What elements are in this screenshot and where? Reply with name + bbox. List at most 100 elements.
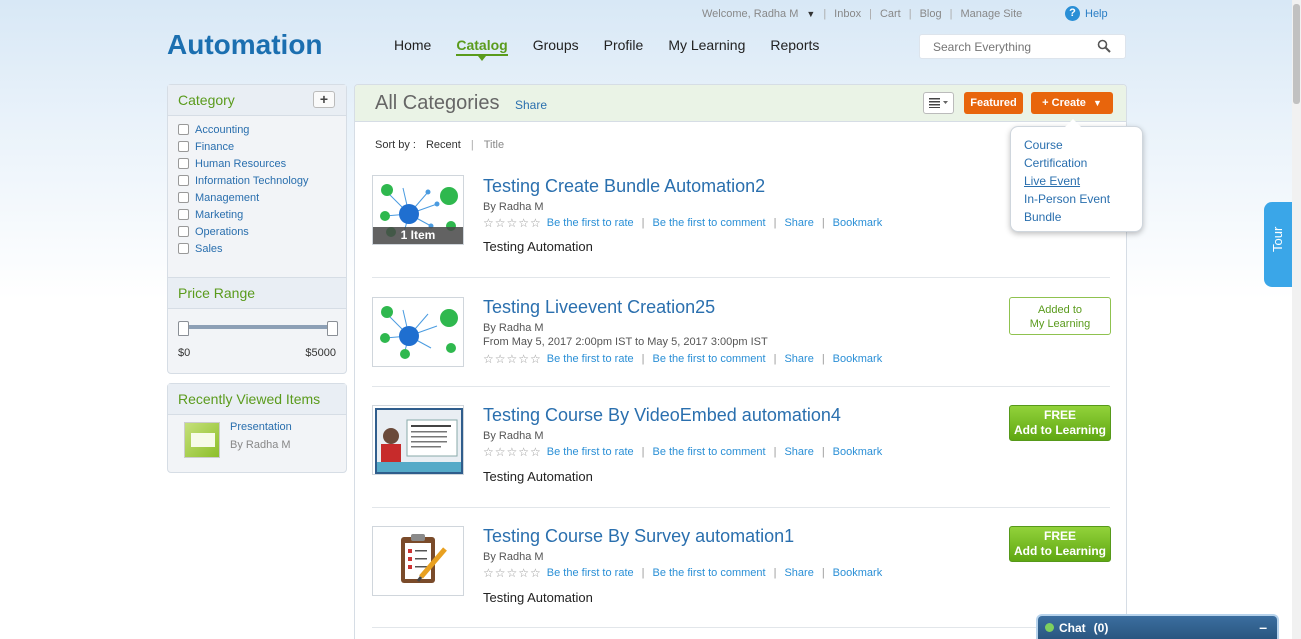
share-link[interactable]: Share (784, 446, 813, 458)
category-item[interactable]: Marketing (178, 206, 336, 223)
item-thumbnail[interactable] (372, 526, 464, 596)
rate-link[interactable]: Be the first to rate (547, 446, 634, 458)
share-link[interactable]: Share (784, 217, 813, 229)
category-item[interactable]: Finance (178, 138, 336, 155)
comment-link[interactable]: Be the first to comment (652, 353, 765, 365)
nav-home[interactable]: Home (394, 37, 431, 56)
manage-site-link[interactable]: Manage Site (960, 8, 1022, 20)
category-label[interactable]: Sales (195, 243, 223, 255)
bookmark-link[interactable]: Bookmark (833, 353, 883, 365)
item-title[interactable]: Testing Course By VideoEmbed automation4 (483, 405, 841, 426)
add-to-learning-button[interactable]: FREE Add to Learning (1009, 526, 1111, 562)
scrollbar-thumb[interactable] (1293, 4, 1300, 104)
item-thumbnail[interactable] (372, 405, 464, 475)
star-rating-icon[interactable]: ☆☆☆☆☆ (483, 216, 542, 230)
item-thumbnail[interactable]: 1 Item (372, 175, 464, 245)
checkbox[interactable] (178, 226, 189, 237)
item-title[interactable]: Testing Create Bundle Automation2 (483, 176, 765, 197)
view-toggle-button[interactable] (923, 92, 954, 114)
share-link[interactable]: Share (784, 353, 813, 365)
chevron-down-icon[interactable]: ▼ (806, 9, 815, 19)
price-slider-max-handle[interactable] (327, 321, 338, 336)
create-button[interactable]: + Create ▼ (1031, 92, 1113, 114)
menu-item-certification[interactable]: Certification (1024, 154, 1129, 172)
star-rating-icon[interactable]: ☆☆☆☆☆ (483, 352, 542, 366)
checkbox[interactable] (178, 243, 189, 254)
item-schedule: From May 5, 2017 2:00pm IST to May 5, 20… (483, 336, 768, 348)
featured-button[interactable]: Featured (964, 92, 1023, 114)
blog-link[interactable]: Blog (920, 8, 942, 20)
checkbox[interactable] (178, 124, 189, 135)
catalog-header: All Categories Share Featured + Create ▼ (355, 85, 1126, 122)
category-label[interactable]: Operations (195, 226, 249, 238)
category-label[interactable]: Accounting (195, 124, 249, 136)
category-item[interactable]: Human Resources (178, 155, 336, 172)
share-link[interactable]: Share (515, 98, 547, 112)
menu-item-in-person-event[interactable]: In-Person Event (1024, 190, 1129, 208)
category-item[interactable]: Accounting (178, 121, 336, 138)
recent-item-thumbnail[interactable] (184, 422, 220, 458)
search-icon[interactable] (1097, 39, 1111, 56)
button-line-1: FREE (1043, 408, 1076, 422)
checkbox[interactable] (178, 175, 189, 186)
rate-link[interactable]: Be the first to rate (547, 353, 634, 365)
rate-link[interactable]: Be the first to rate (547, 217, 634, 229)
category-label[interactable]: Information Technology (195, 175, 309, 187)
category-label[interactable]: Human Resources (195, 158, 286, 170)
nav-groups[interactable]: Groups (533, 37, 579, 56)
category-item[interactable]: Sales (178, 240, 336, 257)
category-item[interactable]: Management (178, 189, 336, 206)
bookmark-link[interactable]: Bookmark (833, 567, 883, 579)
site-logo[interactable]: Automation (167, 29, 323, 61)
cart-link[interactable]: Cart (880, 8, 901, 20)
comment-link[interactable]: Be the first to comment (652, 446, 765, 458)
nav-profile[interactable]: Profile (604, 37, 644, 56)
category-label[interactable]: Marketing (195, 209, 243, 221)
search-input[interactable] (933, 39, 1093, 54)
added-to-learning-button[interactable]: Added to My Learning (1009, 297, 1111, 335)
comment-link[interactable]: Be the first to comment (652, 217, 765, 229)
menu-item-live-event[interactable]: Live Event (1024, 172, 1129, 190)
comment-link[interactable]: Be the first to comment (652, 567, 765, 579)
item-actions: ☆☆☆☆☆ Be the first to rate | Be the first… (483, 352, 883, 366)
sort-title[interactable]: Title (484, 139, 504, 151)
minimize-icon[interactable]: – (1259, 619, 1267, 635)
checkbox[interactable] (178, 158, 189, 169)
survey-clipboard-icon (401, 534, 447, 583)
bookmark-link[interactable]: Bookmark (833, 446, 883, 458)
page-scrollbar[interactable] (1292, 0, 1301, 639)
star-rating-icon[interactable]: ☆☆☆☆☆ (483, 445, 542, 459)
price-range-title: Price Range (168, 277, 346, 309)
category-label[interactable]: Finance (195, 141, 234, 153)
item-title[interactable]: Testing Liveevent Creation25 (483, 297, 715, 318)
item-author: By Radha M (483, 430, 544, 442)
add-category-button[interactable]: + (313, 91, 335, 108)
menu-item-course[interactable]: Course (1024, 136, 1129, 154)
checkbox[interactable] (178, 192, 189, 203)
share-link[interactable]: Share (784, 567, 813, 579)
bookmark-link[interactable]: Bookmark (833, 217, 883, 229)
price-slider-track[interactable] (184, 325, 332, 329)
price-slider-min-handle[interactable] (178, 321, 189, 336)
menu-item-bundle[interactable]: Bundle (1024, 208, 1129, 226)
chat-bar[interactable]: Chat (0) – (1036, 614, 1279, 639)
rate-link[interactable]: Be the first to rate (547, 567, 634, 579)
inbox-link[interactable]: Inbox (834, 8, 861, 20)
checkbox[interactable] (178, 141, 189, 152)
category-item[interactable]: Operations (178, 223, 336, 240)
recently-viewed-title: Recently Viewed Items (168, 384, 346, 415)
category-label[interactable]: Management (195, 192, 259, 204)
recent-item-title[interactable]: Presentation (230, 421, 292, 433)
nav-catalog[interactable]: Catalog (456, 37, 508, 61)
category-item[interactable]: Information Technology (178, 172, 336, 189)
sort-bar: Sort by : Recent | Title (375, 139, 505, 151)
nav-my-learning[interactable]: My Learning (668, 37, 745, 56)
nav-reports[interactable]: Reports (770, 37, 819, 56)
star-rating-icon[interactable]: ☆☆☆☆☆ (483, 566, 542, 580)
item-thumbnail[interactable] (372, 297, 464, 367)
help-link[interactable]: ? Help (1065, 6, 1108, 21)
sort-recent[interactable]: Recent (426, 139, 461, 151)
checkbox[interactable] (178, 209, 189, 220)
add-to-learning-button[interactable]: FREE Add to Learning (1009, 405, 1111, 441)
item-title[interactable]: Testing Course By Survey automation1 (483, 526, 794, 547)
